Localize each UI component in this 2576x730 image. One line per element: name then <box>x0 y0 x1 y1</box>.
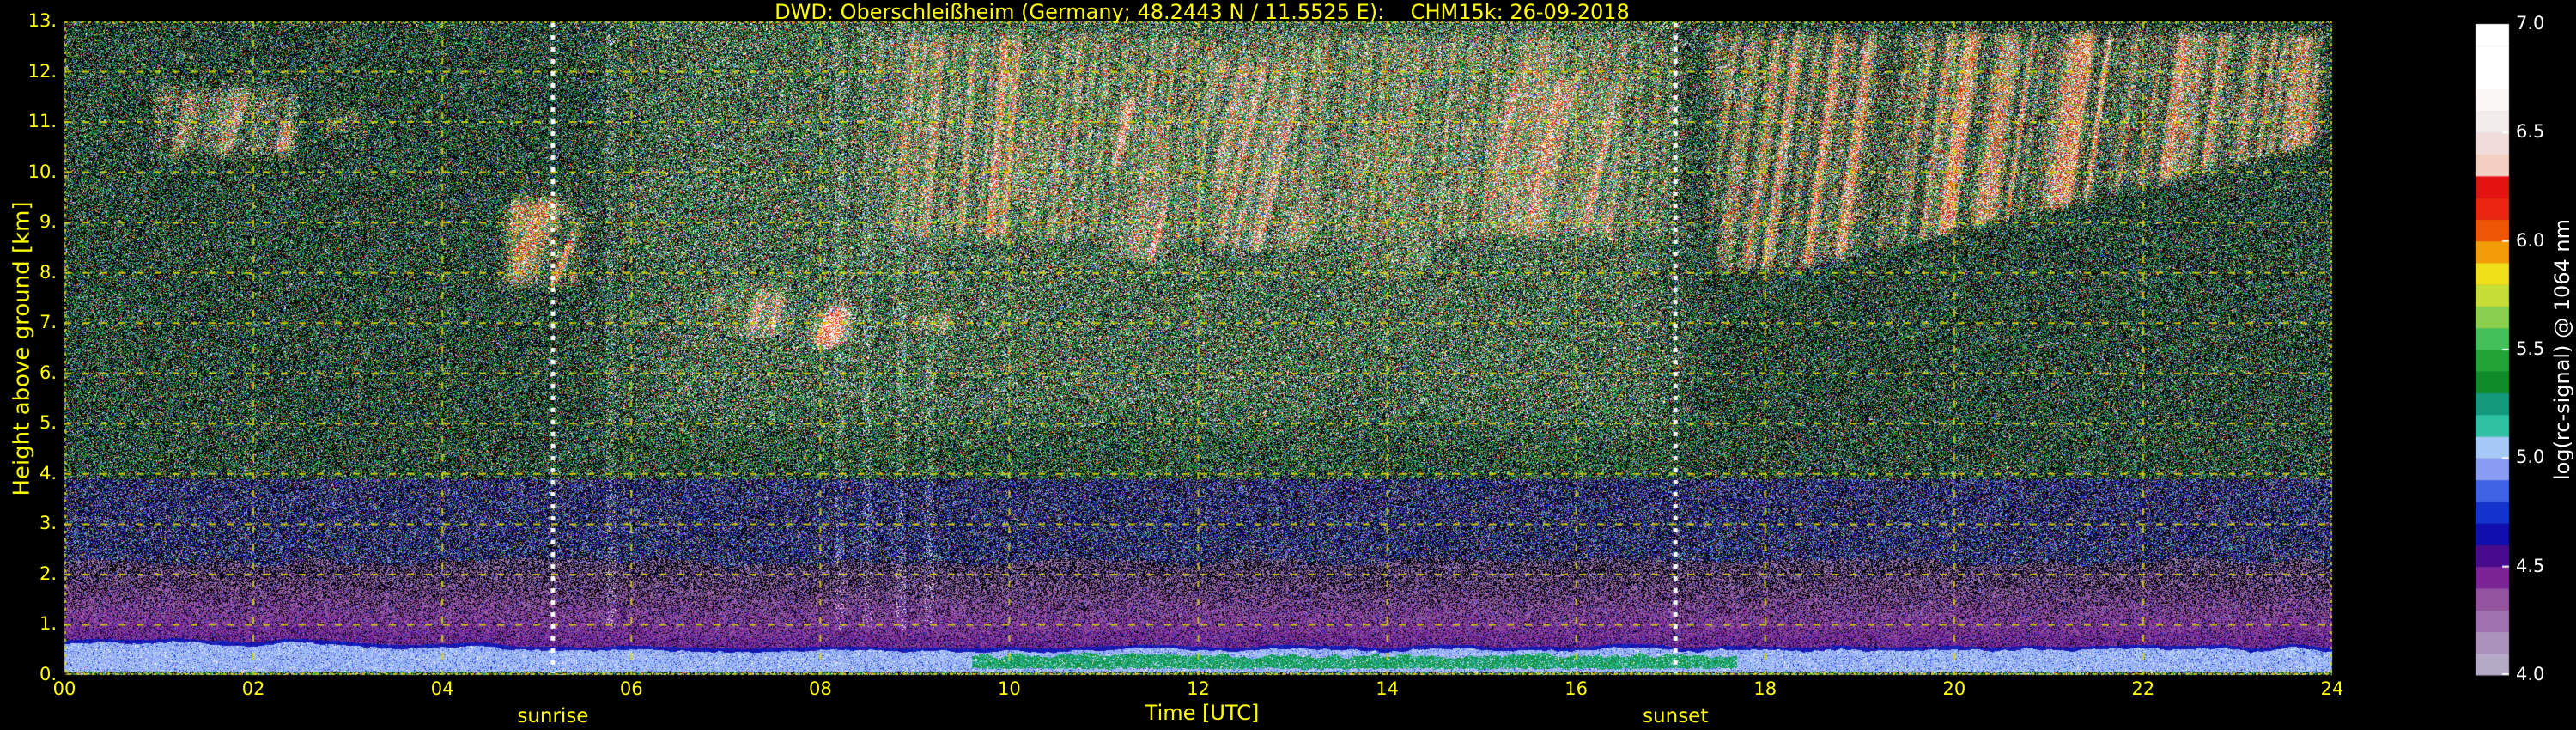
y-tick-label: 11. <box>0 112 57 131</box>
y-tick-label: 8. <box>0 263 57 283</box>
x-tick-label: 10 <box>979 679 1039 699</box>
colorbar-tick-label: 6.0 <box>2516 231 2544 251</box>
x-tick-label: 16 <box>1546 679 1607 699</box>
colorbar-tick-label: 6.5 <box>2516 122 2544 142</box>
y-tick-label: 9. <box>0 212 57 232</box>
y-tick-label: 0. <box>0 665 57 684</box>
colorbar-tick-label: 5.0 <box>2516 447 2544 467</box>
colorbar-tick-label: 4.5 <box>2516 557 2544 576</box>
y-tick-label: 4. <box>0 464 57 484</box>
y-tick-label: 12. <box>0 62 57 82</box>
y-axis-label: Height above ground [km] <box>10 201 35 496</box>
colorbar-tick-label: 7.0 <box>2516 14 2544 33</box>
x-tick-label: 04 <box>412 679 472 699</box>
ceilometer-quicklook-figure: DWD: Oberschleißheim (Germany; 48.2443 N… <box>0 0 2576 730</box>
x-tick-label: 18 <box>1735 679 1795 699</box>
x-tick-label: 14 <box>1358 679 1418 699</box>
colorbar-tick-label: 4.0 <box>2516 665 2544 684</box>
sunset-annotation: sunset <box>1643 706 1708 727</box>
x-tick-label: 22 <box>2113 679 2173 699</box>
x-axis-label: Time [UTC] <box>1145 702 1260 724</box>
y-tick-label: 10. <box>0 162 57 182</box>
x-tick-label: 06 <box>601 679 661 699</box>
colorbar-tick-label: 5.5 <box>2516 339 2544 359</box>
heatmap-canvas <box>0 0 2576 730</box>
colorbar-label: log(rc-signal) @ 1064 nm <box>2551 219 2573 480</box>
chart-title: DWD: Oberschleißheim (Germany; 48.2443 N… <box>775 1 1630 23</box>
y-tick-label: 3. <box>0 514 57 533</box>
x-tick-label: 08 <box>790 679 850 699</box>
x-tick-label: 02 <box>223 679 283 699</box>
x-tick-label: 24 <box>2302 679 2362 699</box>
y-tick-label: 5. <box>0 413 57 433</box>
y-tick-label: 13. <box>0 11 57 31</box>
x-tick-label: 12 <box>1169 679 1229 699</box>
y-tick-label: 2. <box>0 564 57 584</box>
y-tick-label: 6. <box>0 363 57 383</box>
x-tick-label: 20 <box>1924 679 1984 699</box>
y-tick-label: 1. <box>0 614 57 634</box>
y-tick-label: 7. <box>0 313 57 332</box>
sunrise-annotation: sunrise <box>517 706 588 727</box>
